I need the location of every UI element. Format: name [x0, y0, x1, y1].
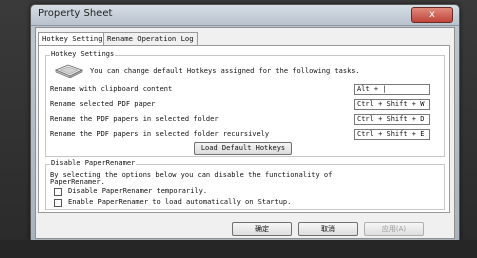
tab-panel: Hotkey Settings You can change default H…: [38, 45, 450, 213]
hotkey-row-label: Rename with clipboard content: [50, 85, 173, 93]
hotkey-settings-group: Hotkey Settings You can change default H…: [45, 50, 445, 157]
keyboard-icon: [54, 64, 84, 78]
disable-temporarily-label[interactable]: Disable PaperRenamer temporarily.: [68, 187, 207, 195]
ok-button[interactable]: 确定: [232, 222, 292, 236]
dialog-client-area: Hotkey Setting Rename Operation Log Hotk…: [35, 27, 455, 239]
hotkey-input-clipboard[interactable]: Alt + |: [354, 84, 430, 95]
hotkey-row-label: Rename selected PDF paper: [50, 100, 156, 108]
title-bar[interactable]: Property Sheet x: [31, 5, 459, 26]
tab-hotkey-setting[interactable]: Hotkey Setting: [38, 32, 107, 46]
apply-button[interactable]: 应用(A): [364, 222, 424, 236]
disable-paperrenamer-label: Disable PaperRenamer: [50, 159, 137, 167]
load-default-hotkeys-button[interactable]: Load Default Hotkeys: [194, 142, 292, 155]
disable-temporarily-checkbox[interactable]: [54, 188, 62, 196]
cancel-button[interactable]: 取消: [298, 222, 358, 236]
enable-startup-label[interactable]: Enable PaperRenamer to load automaticall…: [68, 198, 291, 206]
disable-paperrenamer-group: Disable PaperRenamer By selecting the op…: [45, 159, 445, 210]
hotkey-input-folder-recursive[interactable]: Ctrl + Shift + E: [354, 129, 430, 140]
hotkey-description: You can change default Hotkeys assigned …: [90, 67, 360, 75]
hotkey-input-selected-folder[interactable]: Ctrl + Shift + D: [354, 114, 430, 125]
disable-description-cont: PaperRenamer.: [50, 178, 105, 186]
property-sheet-window: Property Sheet x Hotkey Setting Rename O…: [30, 4, 460, 242]
tab-rename-operation-log[interactable]: Rename Operation Log: [103, 32, 198, 45]
hotkey-settings-label: Hotkey Settings: [50, 50, 116, 58]
enable-startup-checkbox[interactable]: [54, 199, 62, 207]
close-button[interactable]: x: [411, 7, 453, 23]
hotkey-row-label: Rename the PDF papers in selected folder: [50, 115, 219, 123]
window-title: Property Sheet: [38, 8, 113, 19]
bottom-bezel: [0, 240, 477, 258]
hotkey-row-label: Rename the PDF papers in selected folder…: [50, 130, 270, 138]
hotkey-input-selected-paper[interactable]: Ctrl + Shift + W: [354, 99, 430, 110]
close-icon: x: [429, 9, 435, 20]
